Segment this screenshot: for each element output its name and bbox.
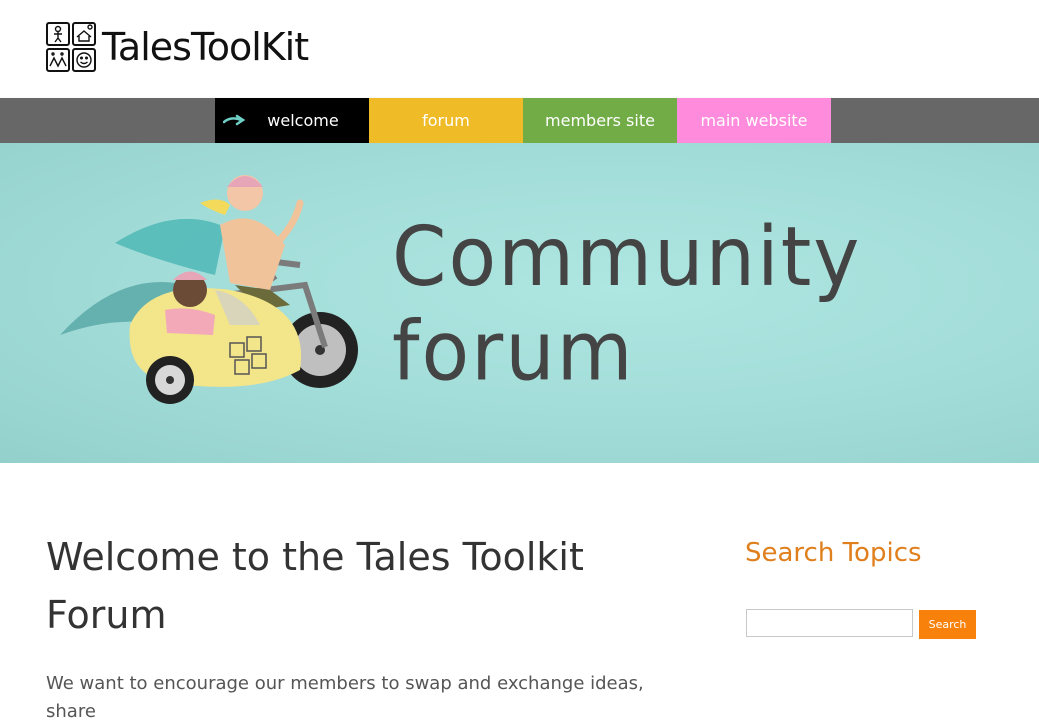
nav-item-label: members site	[545, 111, 655, 130]
nav-item-welcome[interactable]: welcome	[215, 98, 369, 143]
search-input[interactable]	[746, 609, 913, 637]
sidebar-title: Search Topics	[745, 538, 922, 568]
motorbike-sidecar-illustration	[60, 175, 358, 404]
nav-item-forum[interactable]: forum	[369, 98, 523, 143]
nav-item-label: main website	[700, 111, 808, 130]
search-button[interactable]: Search	[919, 610, 976, 639]
nav-item-label: forum	[422, 111, 470, 130]
arrow-right-icon	[223, 114, 246, 126]
brand-name: TalesToolKit	[102, 25, 309, 69]
nav-item-label: welcome	[267, 111, 339, 130]
site-header: TalesToolKit	[0, 0, 1039, 98]
site-logo[interactable]: TalesToolKit	[46, 22, 309, 72]
page-title: Welcome to the Tales Toolkit Forum	[46, 535, 584, 637]
nav-items: welcome forum members site main website	[215, 98, 831, 143]
hero-banner: Community forum	[0, 143, 1039, 463]
nav-item-main-website[interactable]: main website	[677, 98, 831, 143]
intro-text: We want to encourage our members to swap…	[46, 673, 644, 722]
nav-item-members-site[interactable]: members site	[523, 98, 677, 143]
main-nav: welcome forum members site main website	[0, 98, 1039, 143]
tales-toolkit-logo-icon	[46, 22, 96, 72]
hero-title: Community forum	[392, 210, 862, 400]
